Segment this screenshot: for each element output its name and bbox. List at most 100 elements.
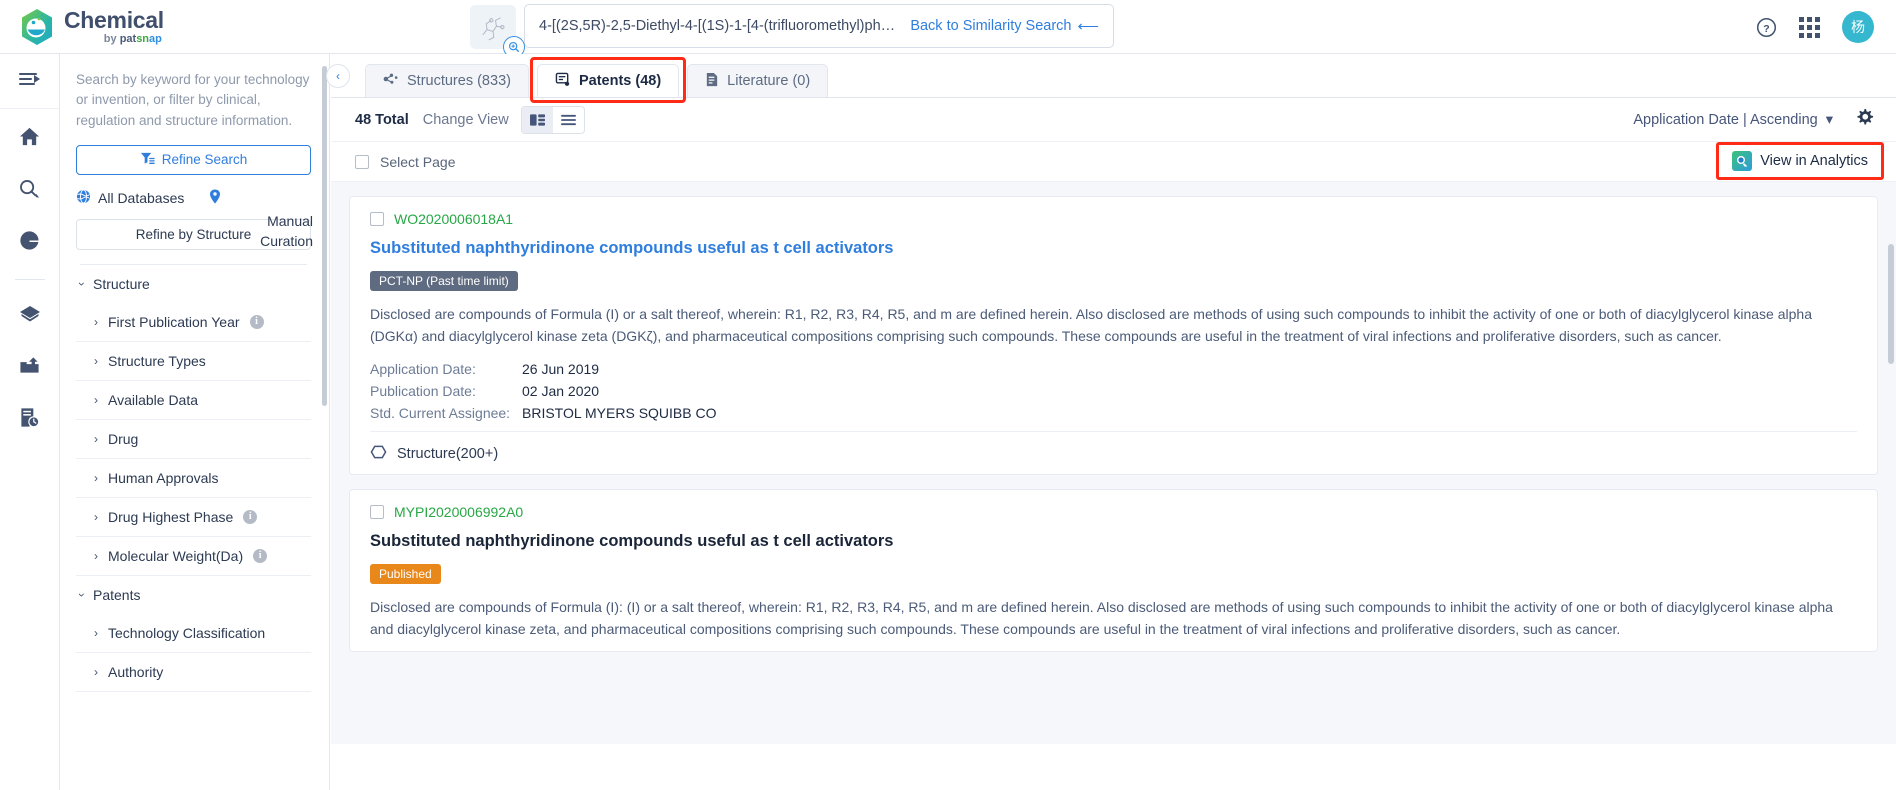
meta-key: Std. Current Assignee: — [370, 405, 511, 422]
facet-label: Drug — [108, 430, 139, 447]
select-page-checkbox[interactable] — [355, 154, 369, 169]
structure-link-label: Structure(200+) — [397, 446, 499, 463]
meta-value: BRISTOL MYERS SQUIBB CO — [522, 405, 717, 422]
view-toggle-group — [520, 105, 585, 134]
facet-structure-types[interactable]: › Structure Types — [76, 342, 311, 381]
sidebar-item-analytics[interactable] — [8, 221, 52, 265]
select-page-row: Select Page View in Analytics — [331, 142, 1896, 182]
sort-dropdown[interactable]: Application Date | Ascending ▾ — [1633, 112, 1833, 128]
molecule-structure-thumbnail[interactable] — [470, 5, 525, 58]
facet-drug[interactable]: › Drug — [76, 420, 311, 459]
meta-current-assignee: Std. Current Assignee: BRISTOL MYERS SQU… — [370, 405, 1857, 421]
chevron-left-icon: ‹ — [336, 69, 340, 83]
facet-group-structure-label: Structure — [93, 275, 150, 292]
tab-patents[interactable]: Patents (48) — [529, 57, 687, 103]
meta-publication-date: Publication Date: 02 Jan 2020 — [370, 383, 1857, 399]
left-rail — [0, 54, 60, 790]
refine-search-button[interactable]: Refine Search — [76, 144, 311, 175]
meta-value: 26 Jun 2019 — [522, 361, 600, 378]
info-icon[interactable]: i — [253, 548, 268, 563]
facet-label: First Publication Year — [108, 313, 240, 330]
sidebar-item-history[interactable] — [8, 398, 52, 442]
chevron-right-icon: › — [94, 664, 98, 679]
search-cluster: 4-[(2S,5R)-2,5-Diethyl-4-[(1S)-1-[4-(tri… — [470, 4, 1114, 58]
facet-technology-classification[interactable]: › Technology Classification — [76, 614, 311, 653]
chevron-down-icon: › — [75, 281, 89, 286]
app-logo[interactable]: Chemical by patsnap — [20, 8, 280, 46]
patent-meta: Application Date: 26 Jun 2019 Publicatio… — [370, 361, 1857, 421]
logo-pat: pat — [119, 32, 137, 45]
patent-title[interactable]: Substituted naphthyridinone compounds us… — [370, 532, 1857, 551]
literature-icon — [705, 72, 719, 91]
change-view-label[interactable]: Change View — [423, 112, 509, 128]
table-row[interactable]: MYPI2020006992A0 Substituted naphthyridi… — [349, 489, 1878, 652]
meta-key: Publication Date: — [370, 383, 476, 400]
info-icon[interactable]: i — [243, 509, 258, 524]
collapse-filter-panel-button[interactable]: ‹ — [326, 64, 350, 88]
facet-drug-highest-phase[interactable]: › Drug Highest Phase i — [76, 498, 311, 537]
help-circle-icon[interactable]: ? — [1756, 17, 1777, 38]
filter-panel-scrollbar[interactable] — [322, 66, 327, 406]
patent-abstract: Disclosed are compounds of Formula (I) o… — [370, 306, 1812, 344]
search-input[interactable]: 4-[(2S,5R)-2,5-Diethyl-4-[(1S)-1-[4-(tri… — [524, 4, 1114, 48]
location-pin-icon[interactable] — [209, 189, 221, 207]
top-bar: Chemical by patsnap 4-[(2S,5R)-2,5-Dieth… — [0, 0, 1896, 58]
tab-literature[interactable]: Literature (0) — [687, 64, 829, 97]
globe-icon — [76, 189, 91, 207]
facet-molecular-weight[interactable]: › Molecular Weight(Da) i — [76, 537, 311, 576]
chemical-flask-hexagon-logo — [20, 8, 54, 46]
rail-divider — [14, 279, 45, 280]
sidebar-item-home[interactable] — [8, 117, 52, 161]
sidebar-item-search[interactable] — [8, 169, 52, 213]
back-to-similarity-search-button[interactable]: Back to Similarity Search ⟵ — [910, 17, 1099, 35]
facet-group-patents[interactable]: › Patents — [75, 576, 311, 614]
avatar[interactable]: 杨 — [1842, 11, 1874, 43]
facet-first-publication-year[interactable]: › First Publication Year i — [76, 303, 311, 342]
manual-curation-line2: Curation — [260, 233, 313, 250]
facet-label: Technology Classification — [108, 624, 266, 641]
patent-number[interactable]: WO2020006018A1 — [394, 211, 513, 227]
filter-funnel-icon — [140, 151, 155, 168]
gear-icon[interactable] — [1855, 108, 1874, 132]
chevron-right-icon: › — [94, 353, 98, 368]
view-in-analytics-button[interactable]: View in Analytics — [1716, 142, 1884, 180]
patent-number[interactable]: MYPI2020006992A0 — [394, 504, 523, 520]
facet-available-data[interactable]: › Available Data — [76, 381, 311, 420]
chevron-right-icon: › — [94, 314, 98, 329]
facet-group-structure[interactable]: › Structure — [75, 265, 311, 303]
patent-title[interactable]: Substituted naphthyridinone compounds us… — [370, 239, 1857, 258]
list-view-icon[interactable] — [553, 107, 584, 133]
result-header: WO2020006018A1 — [370, 211, 1857, 227]
search-query-text: 4-[(2S,5R)-2,5-Diethyl-4-[(1S)-1-[4-(tri… — [539, 18, 897, 34]
logo-by: by — [103, 32, 117, 45]
result-checkbox[interactable] — [370, 212, 384, 226]
filter-panel: Search by keyword for your technology or… — [60, 54, 330, 790]
results-total: 48 Total — [355, 111, 409, 128]
sidebar-item-upload[interactable] — [8, 346, 52, 390]
facet-human-approvals[interactable]: › Human Approvals — [76, 459, 311, 498]
logo-title: Chemical — [64, 6, 164, 33]
info-icon[interactable]: i — [249, 314, 264, 329]
apps-grid-icon[interactable] — [1799, 16, 1820, 38]
results-scrollbar[interactable] — [1888, 244, 1894, 364]
status-badge: PCT-NP (Past time limit) — [370, 271, 518, 291]
facet-label: Drug Highest Phase — [108, 508, 234, 525]
meta-key: Application Date: — [370, 361, 476, 378]
result-checkbox[interactable] — [370, 505, 384, 520]
card-view-icon[interactable] — [521, 106, 553, 133]
back-arrow-icon: ⟵ — [1077, 18, 1099, 35]
facet-group-patents-label: Patents — [93, 586, 141, 603]
pie-chart-icon — [19, 230, 40, 256]
sidebar-item-expand-menu[interactable] — [0, 54, 59, 109]
tab-structures[interactable]: Structures (833) — [365, 64, 529, 97]
chevron-down-icon: › — [75, 592, 89, 597]
results-toolbar: 48 Total Change View Application Date | … — [331, 98, 1896, 142]
home-icon — [19, 126, 40, 152]
facet-label: Structure Types — [108, 352, 206, 369]
sort-dropdown-label: Application Date | Ascending — [1633, 111, 1818, 128]
structure-link[interactable]: Structure(200+) — [370, 431, 1857, 464]
sidebar-item-workspace[interactable] — [8, 294, 52, 338]
facet-authority[interactable]: › Authority — [76, 653, 311, 692]
database-selector[interactable]: All Databases — [76, 189, 311, 207]
table-row[interactable]: WO2020006018A1 Substituted naphthyridino… — [349, 196, 1878, 476]
